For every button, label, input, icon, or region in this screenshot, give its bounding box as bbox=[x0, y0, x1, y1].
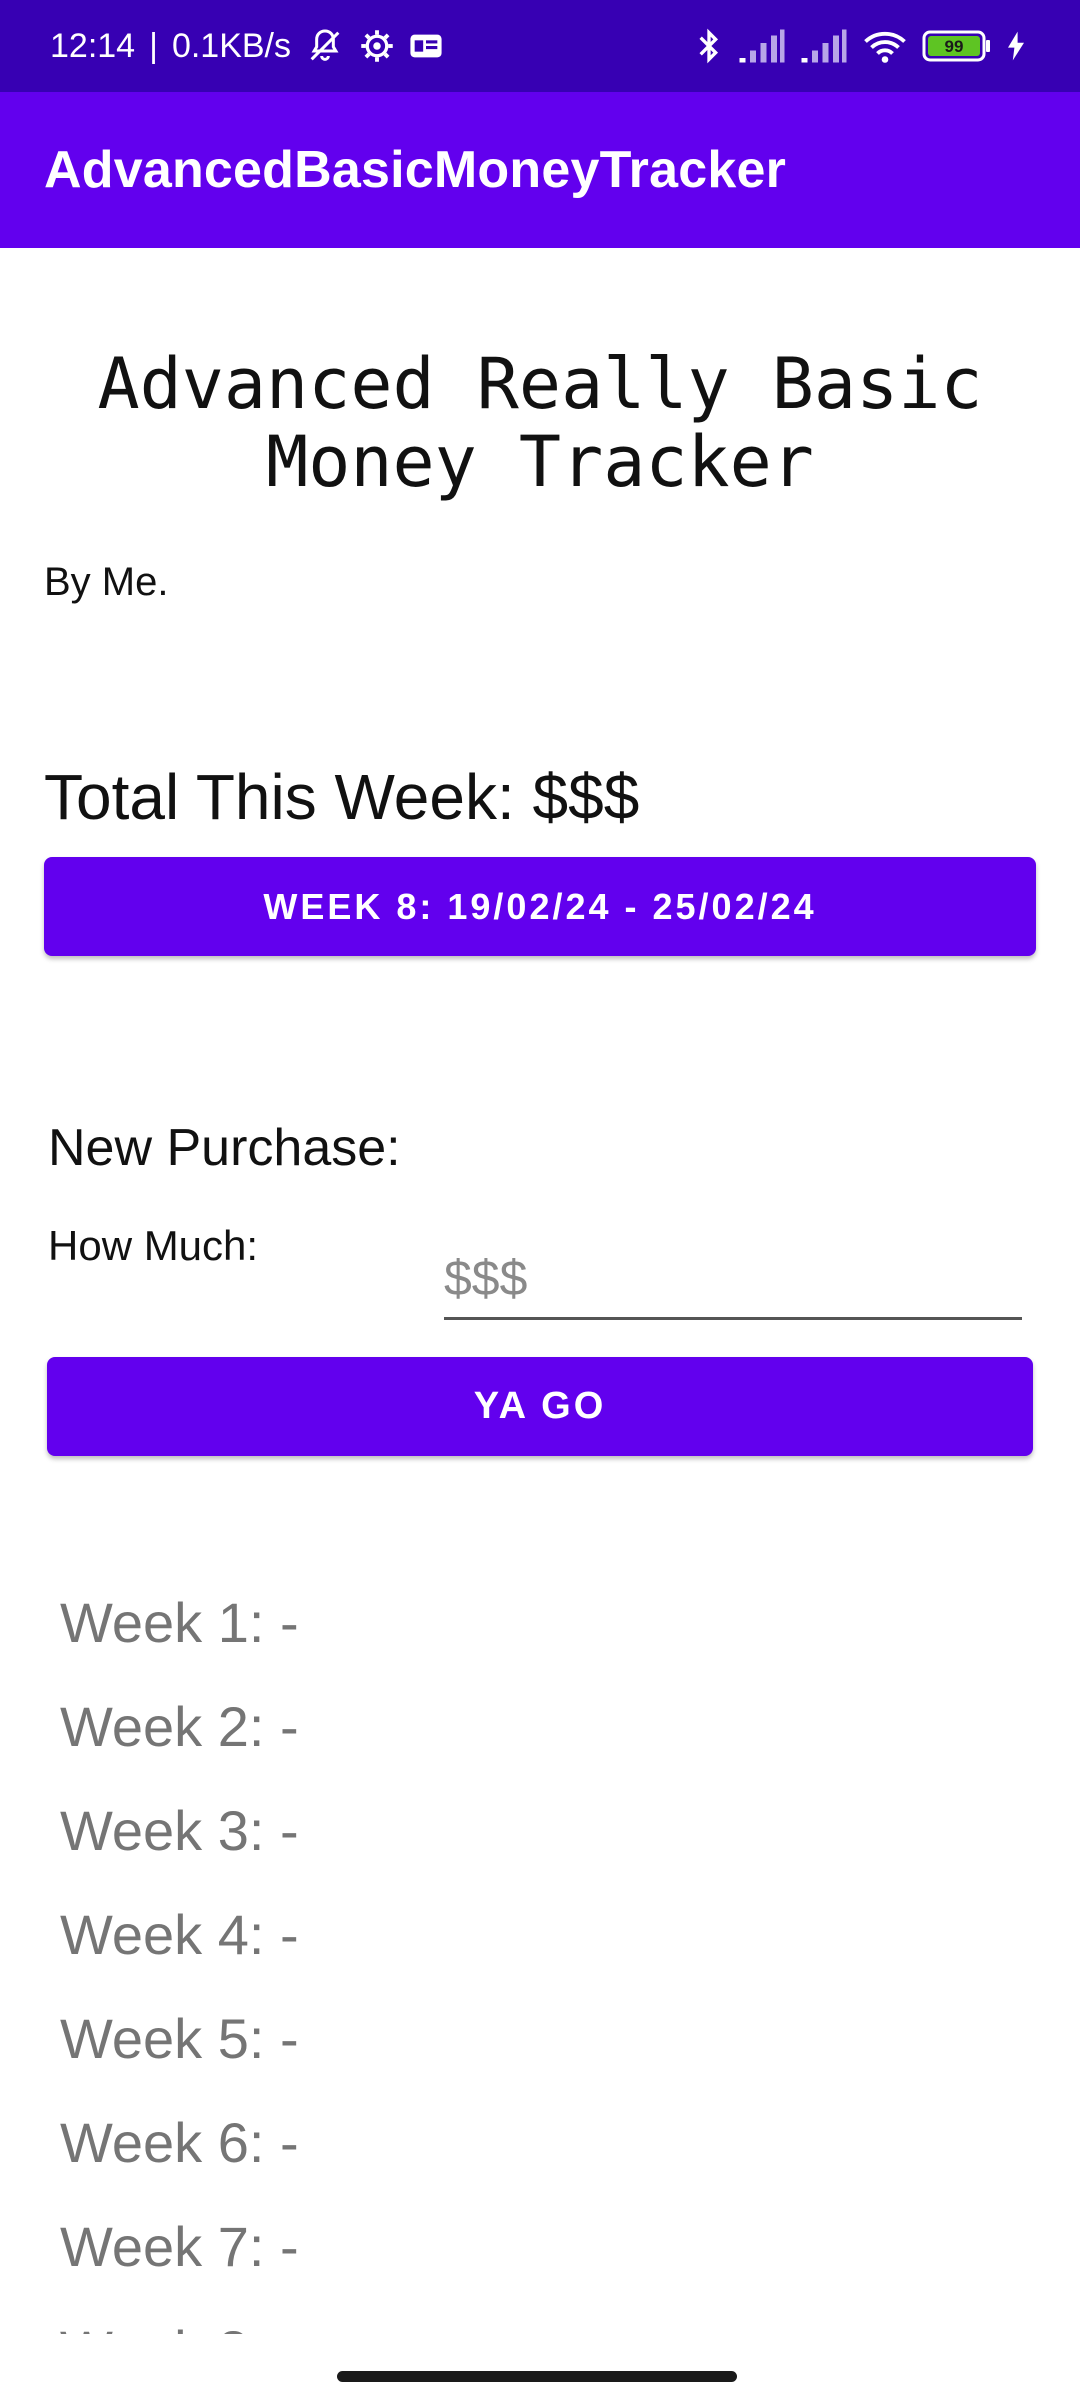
settings-gear-icon bbox=[359, 28, 395, 64]
network-speed: 0.1KB/s bbox=[171, 26, 292, 65]
page-title: Advanced Really Basic Money Tracker bbox=[97, 343, 983, 503]
week-list-item: Week 7: - bbox=[60, 2214, 299, 2278]
amount-input[interactable] bbox=[444, 1244, 1022, 1320]
app-title: AdvancedBasicMoneyTracker bbox=[44, 141, 787, 199]
total-this-week-label: Total This Week: $$$ bbox=[44, 761, 640, 833]
status-bar: 12:14 | 0.1KB/s 99 bbox=[0, 0, 1080, 92]
app-bar: AdvancedBasicMoneyTracker bbox=[0, 92, 1080, 248]
app-screen: 12:14 | 0.1KB/s 99 AdvancedBasicMoneyTra… bbox=[0, 0, 1080, 2400]
week-list[interactable]: Week 1: - Week 2: - Week 3: - Week 4: - … bbox=[60, 1570, 1020, 2335]
muted-bell-icon bbox=[305, 26, 345, 66]
signal-icon bbox=[800, 28, 848, 64]
new-purchase-label: New Purchase: bbox=[48, 1119, 401, 1177]
signal-icon bbox=[738, 28, 786, 64]
week-selector-button[interactable]: WEEK 8: 19/02/24 - 25/02/24 bbox=[44, 857, 1036, 956]
charging-bolt-icon bbox=[1006, 30, 1026, 62]
week-list-item: Week 2: - bbox=[60, 1694, 299, 1758]
status-right: 99 bbox=[694, 0, 1026, 92]
battery-icon: 99 bbox=[922, 29, 992, 63]
week-list-item: Week 4: - bbox=[60, 1902, 299, 1966]
wifi-icon bbox=[862, 28, 908, 64]
bluetooth-icon bbox=[694, 26, 724, 66]
week-list-item: Week 6: - bbox=[60, 2110, 299, 2174]
week-list-item: Week 5: - bbox=[60, 2006, 299, 2070]
ya-go-button[interactable]: YA GO bbox=[47, 1357, 1033, 1456]
week-list-item: Week 1: - bbox=[60, 1590, 299, 1654]
week-list-item: Week 3: - bbox=[60, 1798, 299, 1862]
how-much-label: How Much: bbox=[48, 1222, 259, 1269]
home-indicator[interactable] bbox=[337, 2371, 737, 2382]
week-list-item: Week 8: - bbox=[60, 2298, 1020, 2335]
status-left: 12:14 | 0.1KB/s bbox=[50, 0, 443, 92]
status-time: 12:14 bbox=[50, 26, 136, 65]
battery-level: 99 bbox=[945, 37, 964, 56]
byline: By Me. bbox=[44, 560, 169, 604]
sim-card-icon bbox=[409, 31, 443, 61]
status-separator: | bbox=[149, 26, 158, 65]
